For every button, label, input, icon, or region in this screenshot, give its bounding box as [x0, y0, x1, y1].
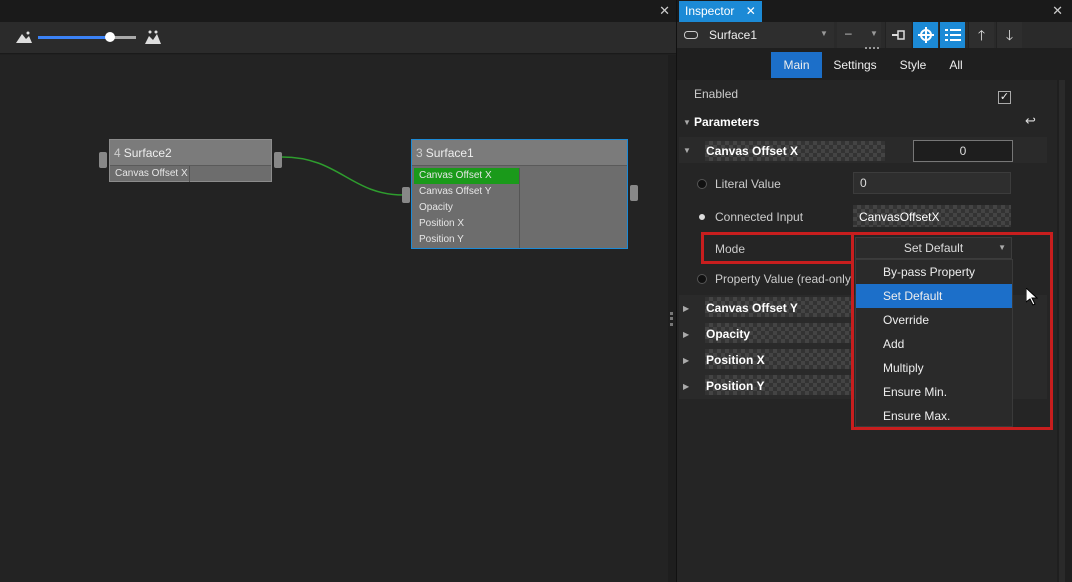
target-icon[interactable] [912, 22, 938, 48]
dash-selector[interactable]: – ▼ [837, 22, 881, 48]
node-index: 4 [114, 146, 121, 160]
node-param[interactable]: Canvas Offset Y [414, 184, 519, 200]
dash-value: – [845, 26, 852, 40]
tab-inspector[interactable]: Inspector ✕ [679, 1, 762, 22]
expand-arrow-icon[interactable]: ▼ [683, 146, 691, 155]
tab-settings[interactable]: Settings [827, 52, 883, 78]
pin-icon[interactable] [885, 22, 911, 48]
enabled-label: Enabled [694, 87, 739, 101]
node-output-port[interactable] [274, 152, 282, 168]
list-icon[interactable] [939, 22, 965, 48]
node-name: Surface2 [123, 146, 172, 160]
node-graph-canvas[interactable]: 4 Surface2 Canvas Offset X 3 Surface1 Canv… [0, 55, 668, 582]
highlight-box [851, 232, 1053, 430]
arrow-down-icon[interactable]: 🡓 [996, 22, 1022, 48]
splitter-grip-icon[interactable] [670, 312, 673, 326]
collapse-arrow-icon[interactable]: ▶ [683, 330, 689, 339]
graph-toolbar [0, 22, 676, 54]
chevron-down-icon: ▼ [870, 29, 878, 38]
zoom-in-landscape-icon[interactable] [145, 30, 161, 44]
collapse-arrow-icon[interactable]: ▶ [683, 304, 689, 313]
property-value-label: Property Value (read-only) [715, 272, 851, 286]
object-name: Surface1 [709, 28, 758, 42]
expand-arrow-icon[interactable]: ▼ [683, 118, 691, 127]
param-name: Position X [706, 353, 765, 367]
param-name: Position Y [706, 379, 765, 393]
property-value-radio[interactable] [697, 274, 707, 284]
node-param[interactable]: Position X [414, 216, 519, 232]
node-output-port[interactable] [630, 185, 638, 201]
tab-close-icon[interactable]: ✕ [746, 4, 756, 18]
tab-all[interactable]: All [943, 52, 969, 78]
inspector-subtabs: Main Settings Style All [677, 52, 1072, 78]
tab-main[interactable]: Main [771, 52, 822, 78]
node-title: 3 Surface1 [412, 140, 627, 166]
connected-radio[interactable] [699, 214, 705, 220]
node-param[interactable]: Canvas Offset X [414, 168, 519, 184]
surface-icon [684, 31, 698, 39]
node-param[interactable]: Canvas Offset X [110, 166, 190, 182]
node-index: 3 [416, 146, 423, 160]
connected-label: Connected Input [715, 210, 804, 224]
node-surface2[interactable]: 4 Surface2 Canvas Offset X [109, 139, 272, 182]
node-input-port[interactable] [402, 187, 410, 203]
enabled-checkbox[interactable]: ✓ [998, 91, 1011, 104]
scrollbar[interactable] [1059, 80, 1065, 582]
highlight-box-mode-row [701, 232, 854, 264]
zoom-slider-fill [38, 36, 110, 39]
node-name: Surface1 [425, 146, 474, 160]
literal-label: Literal Value [715, 177, 781, 191]
collapse-arrow-icon[interactable]: ▶ [683, 356, 689, 365]
zoom-out-landscape-icon[interactable] [16, 31, 32, 43]
collapse-arrow-icon[interactable]: ▶ [683, 382, 689, 391]
mouse-cursor-icon [1026, 288, 1038, 306]
param-name: Opacity [706, 327, 751, 341]
chevron-down-icon: ▼ [820, 29, 828, 38]
param-name: Canvas Offset Y [706, 301, 798, 315]
connection-wire [281, 156, 405, 196]
literal-value-input[interactable]: 0 [853, 172, 1011, 194]
node-surface1[interactable]: 3 Surface1 Canvas Offset X Canvas Offset … [411, 139, 628, 249]
param-value-input[interactable]: 0 [913, 140, 1013, 162]
param-name: Canvas Offset X [706, 144, 799, 158]
connected-value: CanvasOffsetX [859, 210, 940, 224]
object-selector[interactable]: Surface1 ▼ [677, 22, 834, 48]
node-input-port[interactable] [99, 152, 107, 168]
graph-tab-bar: ✕ [0, 0, 676, 22]
panel-close-icon[interactable]: ✕ [1052, 3, 1063, 19]
graph-pane: ✕ 4Surface2 Canvas Offset X 3Surface1 [0, 0, 676, 582]
arrow-up-icon[interactable]: 🡑 [968, 22, 994, 48]
parameters-header: Parameters [694, 115, 760, 129]
tab-style[interactable]: Style [895, 52, 931, 78]
inspector-toolbar: Surface1 ▼ – ▼ 🡑 🡓 [677, 22, 1072, 50]
node-param[interactable]: Opacity [414, 200, 519, 216]
inspector-tab-bar: Inspector ✕ ✕ [677, 0, 1072, 22]
reset-icon[interactable]: ↩ [1025, 113, 1036, 129]
tab-label: Inspector [685, 4, 735, 18]
node-title: 4 Surface2 [110, 140, 271, 166]
graph-close-icon[interactable]: ✕ [659, 3, 670, 19]
zoom-slider-thumb[interactable] [105, 32, 115, 42]
node-param[interactable]: Position Y [414, 232, 519, 248]
literal-radio[interactable] [697, 179, 707, 189]
grip-dots-icon [865, 47, 879, 50]
